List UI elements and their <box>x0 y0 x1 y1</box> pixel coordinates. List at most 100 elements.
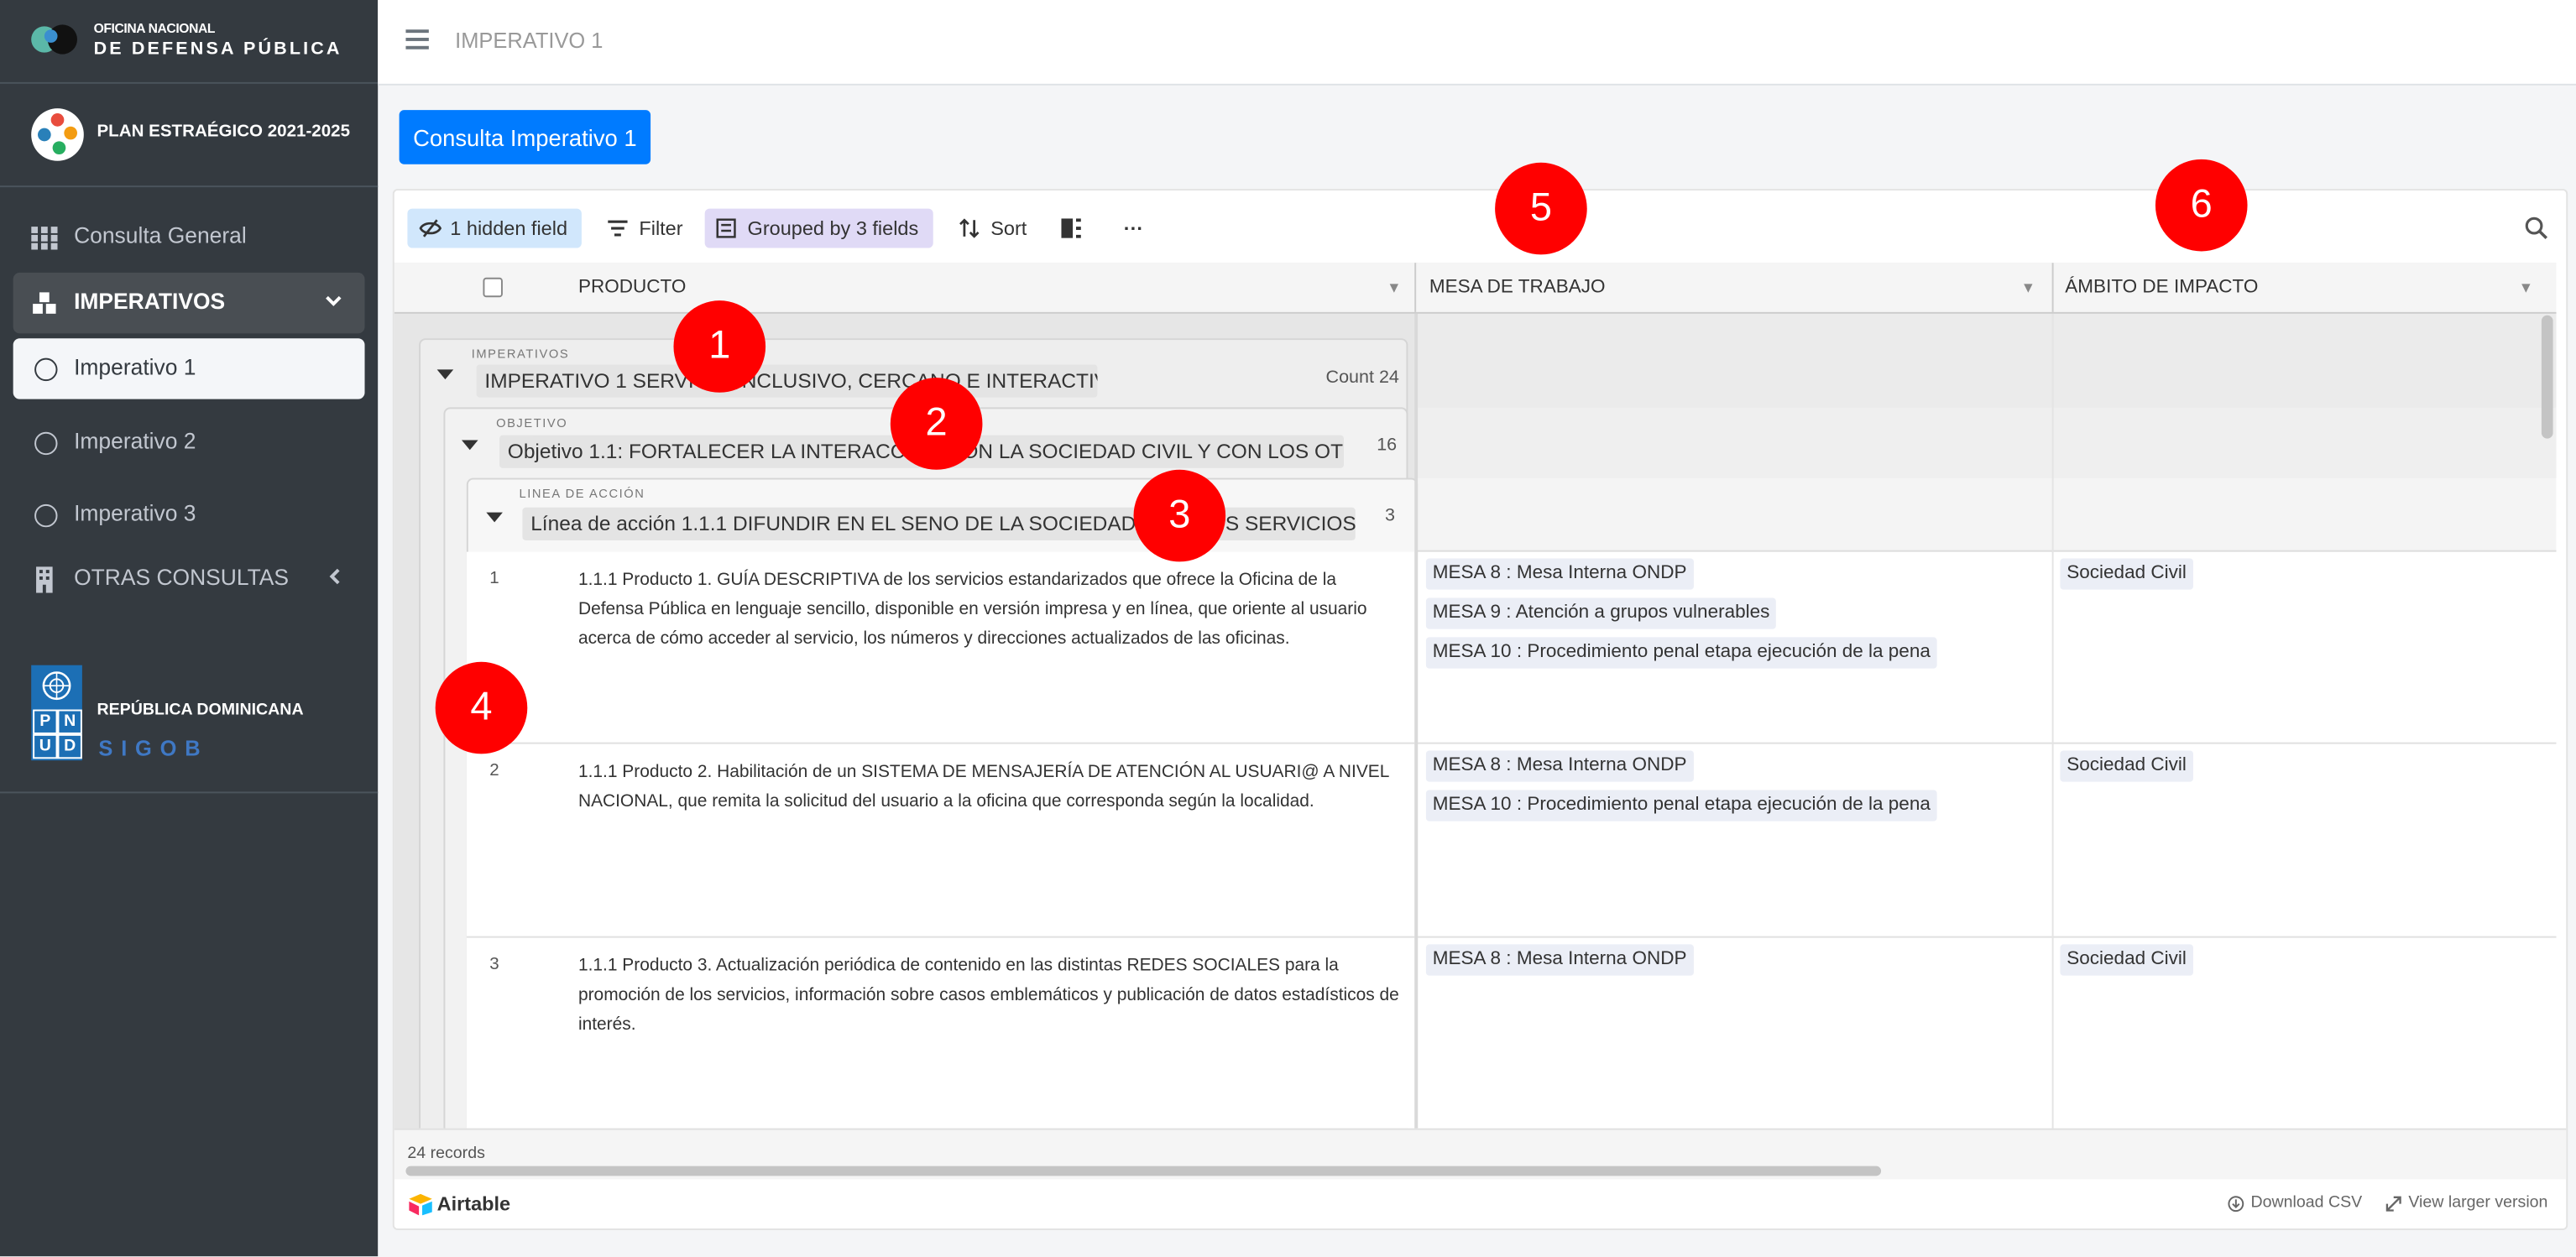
hidden-fields-label: 1 hidden field <box>450 216 568 240</box>
group-caption: LINEA DE ACCIÓN <box>519 486 645 501</box>
nav-imperativo-1-label: Imperativo 1 <box>74 354 196 380</box>
frozen-column-divider[interactable] <box>1414 263 1419 1129</box>
circle-icon <box>34 503 58 528</box>
nav-imperativos[interactable]: IMPERATIVOS <box>13 272 365 334</box>
caret-down-icon[interactable]: ▼ <box>1387 263 1401 312</box>
group-label: Grouped by 3 fields <box>747 216 919 240</box>
download-csv-label: Download CSV <box>2250 1193 2363 1213</box>
mesa-tag[interactable]: MESA 8 : Mesa Interna ONDP <box>1425 944 1694 976</box>
column-divider <box>2051 311 2054 1129</box>
nav-imperativo-3[interactable]: Imperativo 3 <box>13 484 365 545</box>
annotation-marker: 5 <box>1495 162 1587 255</box>
row-height-icon <box>1061 218 1081 238</box>
column-header-mesa[interactable]: MESA DE TRABAJO ▼ <box>1429 263 2049 312</box>
embed-bottom-bar: Airtable Download CSV View larger versio… <box>394 1181 2567 1228</box>
data-grid: IMPERATIVOS IMPERATIVO 1 SERVICIO INCLUS… <box>394 263 2557 1129</box>
more-options-button[interactable]: ··· <box>1114 209 1153 248</box>
ondp-logo-icon <box>31 24 77 55</box>
select-all-checkbox[interactable] <box>483 277 503 298</box>
row-number: 2 <box>489 760 499 780</box>
ambito-tag[interactable]: Sociedad Civil <box>2060 750 2193 782</box>
nav-otras-consultas[interactable]: OTRAS CONSULTAS <box>13 549 365 609</box>
mesa-tag[interactable]: MESA 8 : Mesa Interna ONDP <box>1425 750 1694 782</box>
group-button[interactable]: Grouped by 3 fields <box>704 208 933 248</box>
nav-consulta-general-label: Consulta General <box>74 223 247 248</box>
mesa-tag[interactable]: MESA 10 : Procedimiento penal etapa ejec… <box>1425 637 1937 669</box>
group-label: IMPERATIVO 1 SERVICIO INCLUSIVO, CERCANO… <box>476 364 1098 398</box>
table-row[interactable]: 3 1.1.1 Producto 3. Actualización periód… <box>466 936 1415 1129</box>
undp-letter: N <box>57 709 82 734</box>
hidden-fields-button[interactable]: 1 hidden field <box>407 208 582 248</box>
search-icon[interactable] <box>2525 216 2548 240</box>
nav-imperativos-label: IMPERATIVOS <box>74 289 226 314</box>
collapse-caret-icon[interactable] <box>436 369 454 380</box>
undp-logo: P N U D <box>31 665 82 761</box>
vertical-scrollbar[interactable] <box>2541 315 2553 439</box>
group-caption: IMPERATIVOS <box>471 346 570 362</box>
un-emblem-icon <box>42 671 71 701</box>
airtable-logo-icon <box>409 1193 432 1216</box>
filter-button[interactable]: Filter <box>596 209 685 248</box>
row-number: 1 <box>489 568 499 588</box>
column-header-ambito[interactable]: ÁMBITO DE IMPACTO ▼ <box>2065 263 2546 312</box>
producto-cell[interactable]: 1.1.1 Producto 1. GUÍA DESCRIPTIVA de lo… <box>578 566 1400 654</box>
download-icon <box>2228 1196 2244 1213</box>
sidebar: OFICINA NACIONAL DE DEFENSA PÚBLICA PLAN… <box>0 0 379 1257</box>
annotation-marker: 2 <box>890 378 983 470</box>
chevron-left-icon <box>329 568 340 585</box>
undp-letter: P <box>33 709 58 734</box>
record-rows: 1 1.1.1 Producto 1. GUÍA DESCRIPTIVA de … <box>466 551 1415 1129</box>
sort-label: Sort <box>990 216 1027 240</box>
table-row[interactable]: 1 1.1.1 Producto 1. GUÍA DESCRIPTIVA de … <box>467 552 1414 743</box>
group-icon <box>716 218 736 238</box>
topbar: IMPERATIVO 1 <box>378 0 2576 86</box>
annotation-marker: 6 <box>2155 159 2248 252</box>
row-height-button[interactable] <box>1050 209 1089 248</box>
plan-title: PLAN ESTRAÉGICO 2021-2025 <box>97 121 351 142</box>
nav-imperativo-2[interactable]: Imperativo 2 <box>13 412 365 472</box>
undp-block: P N U D REPÚBLICA DOMINICANA SIGOB <box>0 640 379 794</box>
chevron-down-icon <box>326 295 342 306</box>
mesa-tag[interactable]: MESA 9 : Atención a grupos vulnerables <box>1425 597 1777 629</box>
sigob-logo: SIGOB <box>98 735 209 761</box>
horizontal-scrollbar[interactable] <box>405 1166 1882 1176</box>
nav-imperativo-3-label: Imperativo 3 <box>74 500 196 526</box>
header-separator <box>1414 263 1417 312</box>
ambito-tag[interactable]: Sociedad Civil <box>2060 558 2193 590</box>
sort-button[interactable]: Sort <box>948 209 1027 248</box>
filter-label: Filter <box>639 216 683 240</box>
producto-cell[interactable]: 1.1.1 Producto 2. Habilitación de un SIS… <box>578 759 1400 817</box>
app-root: OFICINA NACIONAL DE DEFENSA PÚBLICA PLAN… <box>0 0 2576 1257</box>
plan-logo-icon <box>31 108 84 161</box>
expand-icon <box>2385 1196 2401 1212</box>
brand-line-2: DE DEFENSA PÚBLICA <box>93 39 342 60</box>
mesa-tag[interactable]: MESA 8 : Mesa Interna ONDP <box>1425 558 1694 590</box>
nav-imperativo-1[interactable]: Imperativo 1 <box>13 338 365 399</box>
record-count: 24 records <box>407 1145 485 1163</box>
caret-down-icon[interactable]: ▼ <box>2519 263 2533 312</box>
sort-icon <box>959 218 980 238</box>
plan-header[interactable]: PLAN ESTRAÉGICO 2021-2025 <box>0 84 379 188</box>
collapse-caret-icon[interactable] <box>461 440 478 451</box>
ambito-tag[interactable]: Sociedad Civil <box>2060 944 2193 976</box>
group-count: 3 <box>1384 505 1395 526</box>
brand[interactable]: OFICINA NACIONAL DE DEFENSA PÚBLICA <box>0 0 379 84</box>
group-band-imperativo <box>1416 311 2557 409</box>
nav-consulta-general[interactable]: Consulta General <box>13 207 365 268</box>
nav-otras-consultas-label: OTRAS CONSULTAS <box>74 565 290 590</box>
nav-imperativo-2-label: Imperativo 2 <box>74 428 196 454</box>
producto-cell[interactable]: 1.1.1 Producto 3. Actualización periódic… <box>578 952 1400 1040</box>
mesa-tag[interactable]: MESA 10 : Procedimiento penal etapa ejec… <box>1425 790 1937 821</box>
caret-down-icon[interactable]: ▼ <box>2021 263 2035 312</box>
grid-icon <box>31 227 58 250</box>
group-count: 16 <box>1377 435 1398 456</box>
consulta-imperativo-button[interactable]: Consulta Imperativo 1 <box>399 110 651 164</box>
hamburger-menu-icon[interactable] <box>405 29 429 50</box>
collapse-caret-icon[interactable] <box>486 512 503 523</box>
more-options-label: ··· <box>1123 216 1144 240</box>
row-divider <box>1416 742 2557 744</box>
brand-line-1: OFICINA NACIONAL <box>93 21 216 37</box>
view-larger-label: View larger version <box>2408 1193 2548 1213</box>
undp-letter: D <box>57 733 82 759</box>
table-row[interactable]: 2 1.1.1 Producto 2. Habilitación de un S… <box>466 742 1415 938</box>
